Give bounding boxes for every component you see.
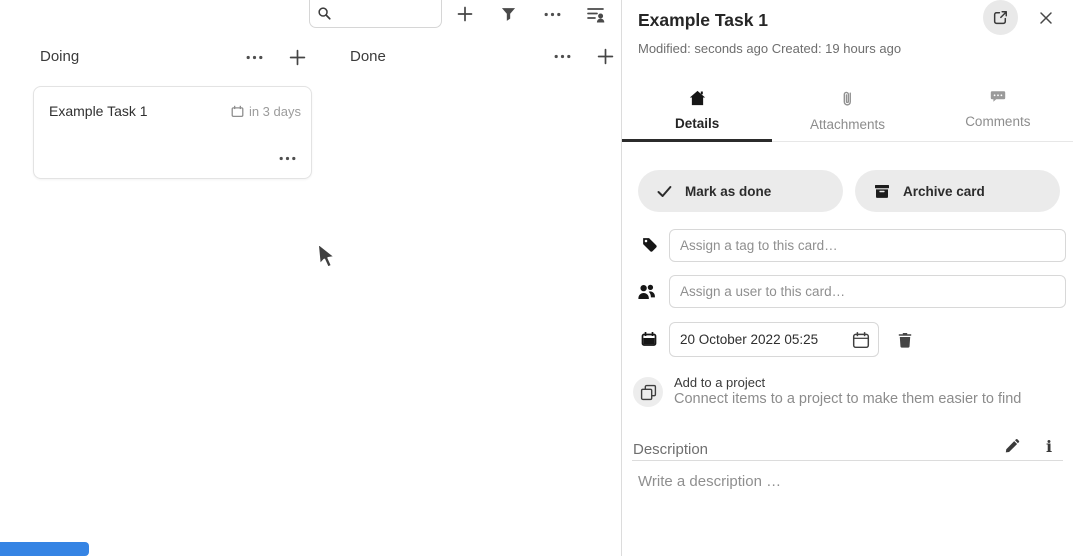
card-menu-button[interactable] bbox=[275, 149, 299, 167]
add-to-project-title[interactable]: Add to a project bbox=[674, 375, 765, 390]
due-date-field[interactable]: 20 October 2022 05:25 bbox=[669, 322, 879, 357]
users-icon bbox=[637, 283, 658, 300]
tab-attachments[interactable]: Attachments bbox=[772, 84, 922, 141]
column-doing-menu-button[interactable] bbox=[242, 45, 267, 69]
assign-user-input[interactable] bbox=[669, 275, 1066, 308]
column-doing-add-card-button[interactable] bbox=[285, 45, 310, 69]
tab-attachments-label: Attachments bbox=[810, 117, 885, 132]
stacked-windows-icon bbox=[640, 384, 657, 401]
markdown-info-button[interactable]: i bbox=[1038, 434, 1060, 458]
card-actions: Mark as done Archive card bbox=[638, 170, 1060, 212]
chat-bubble-icon bbox=[990, 90, 1006, 104]
paperclip-icon bbox=[841, 90, 854, 107]
panel-tabs: Details Attachments Comments bbox=[622, 84, 1073, 142]
remove-date-button[interactable] bbox=[892, 328, 918, 352]
filter-button[interactable] bbox=[494, 2, 522, 26]
column-title-done: Done bbox=[350, 48, 386, 65]
column-title-doing: Doing bbox=[40, 48, 79, 65]
date-picker-button[interactable] bbox=[848, 327, 874, 353]
external-link-icon bbox=[992, 9, 1009, 26]
tab-details[interactable]: Details bbox=[622, 84, 772, 141]
description-label: Description bbox=[633, 441, 708, 458]
ellipsis-icon bbox=[279, 156, 296, 161]
mark-as-done-button[interactable]: Mark as done bbox=[638, 170, 843, 212]
edit-description-button[interactable] bbox=[1000, 435, 1024, 457]
funnel-icon bbox=[501, 7, 516, 22]
column-done-add-card-button[interactable] bbox=[593, 44, 618, 68]
description-placeholder[interactable]: Write a description … bbox=[638, 473, 781, 490]
list-person-icon bbox=[587, 6, 605, 23]
plus-icon bbox=[457, 6, 473, 22]
due-date-value: 20 October 2022 05:25 bbox=[670, 332, 848, 347]
description-divider bbox=[632, 460, 1063, 461]
column-done-menu-button[interactable] bbox=[550, 44, 575, 68]
archive-card-button[interactable]: Archive card bbox=[855, 170, 1060, 212]
card-due-date: in 3 days bbox=[231, 104, 301, 119]
search-input[interactable] bbox=[332, 4, 441, 24]
checkmark-icon bbox=[657, 185, 672, 198]
search-box[interactable] bbox=[309, 0, 442, 28]
add-to-project-button[interactable] bbox=[633, 377, 663, 407]
pencil-icon bbox=[1004, 438, 1020, 454]
mouse-cursor bbox=[314, 242, 338, 272]
task-card[interactable]: Example Task 1 in 3 days bbox=[33, 86, 312, 179]
board-menu-button[interactable] bbox=[538, 2, 566, 26]
tab-details-label: Details bbox=[675, 116, 719, 131]
card-title: Example Task 1 bbox=[49, 103, 148, 119]
calendar-outline-icon bbox=[852, 331, 870, 349]
panel-title: Example Task 1 bbox=[638, 10, 768, 31]
panel-meta: Modified: seconds ago Created: 19 hours … bbox=[638, 41, 901, 56]
tag-icon bbox=[641, 236, 658, 253]
plus-icon bbox=[597, 48, 614, 65]
search-icon bbox=[317, 6, 332, 21]
assignee-filter-button[interactable] bbox=[580, 2, 612, 26]
home-icon bbox=[689, 90, 706, 106]
open-in-window-button[interactable] bbox=[983, 0, 1018, 35]
calendar-icon bbox=[641, 331, 657, 347]
card-detail-panel: Example Task 1 Modified: seconds ago Cre… bbox=[621, 0, 1073, 556]
horizontal-scrollbar[interactable] bbox=[0, 542, 89, 556]
ellipsis-icon bbox=[246, 55, 263, 60]
add-to-project-subtitle: Connect items to a project to make them … bbox=[674, 391, 1021, 407]
add-card-toolbar-button[interactable] bbox=[451, 2, 479, 26]
close-panel-button[interactable] bbox=[1032, 7, 1060, 29]
trash-icon bbox=[897, 332, 913, 349]
ellipsis-icon bbox=[544, 12, 561, 17]
close-icon bbox=[1039, 11, 1053, 25]
plus-icon bbox=[289, 49, 306, 66]
archive-box-icon bbox=[874, 184, 890, 199]
tab-comments-label: Comments bbox=[965, 114, 1030, 129]
assign-tag-input[interactable] bbox=[669, 229, 1066, 262]
tab-comments[interactable]: Comments bbox=[923, 84, 1073, 141]
calendar-icon bbox=[231, 105, 244, 118]
ellipsis-icon bbox=[554, 54, 571, 59]
kanban-app-window: Doing Done Example Task 1 in 3 days bbox=[0, 0, 1073, 556]
